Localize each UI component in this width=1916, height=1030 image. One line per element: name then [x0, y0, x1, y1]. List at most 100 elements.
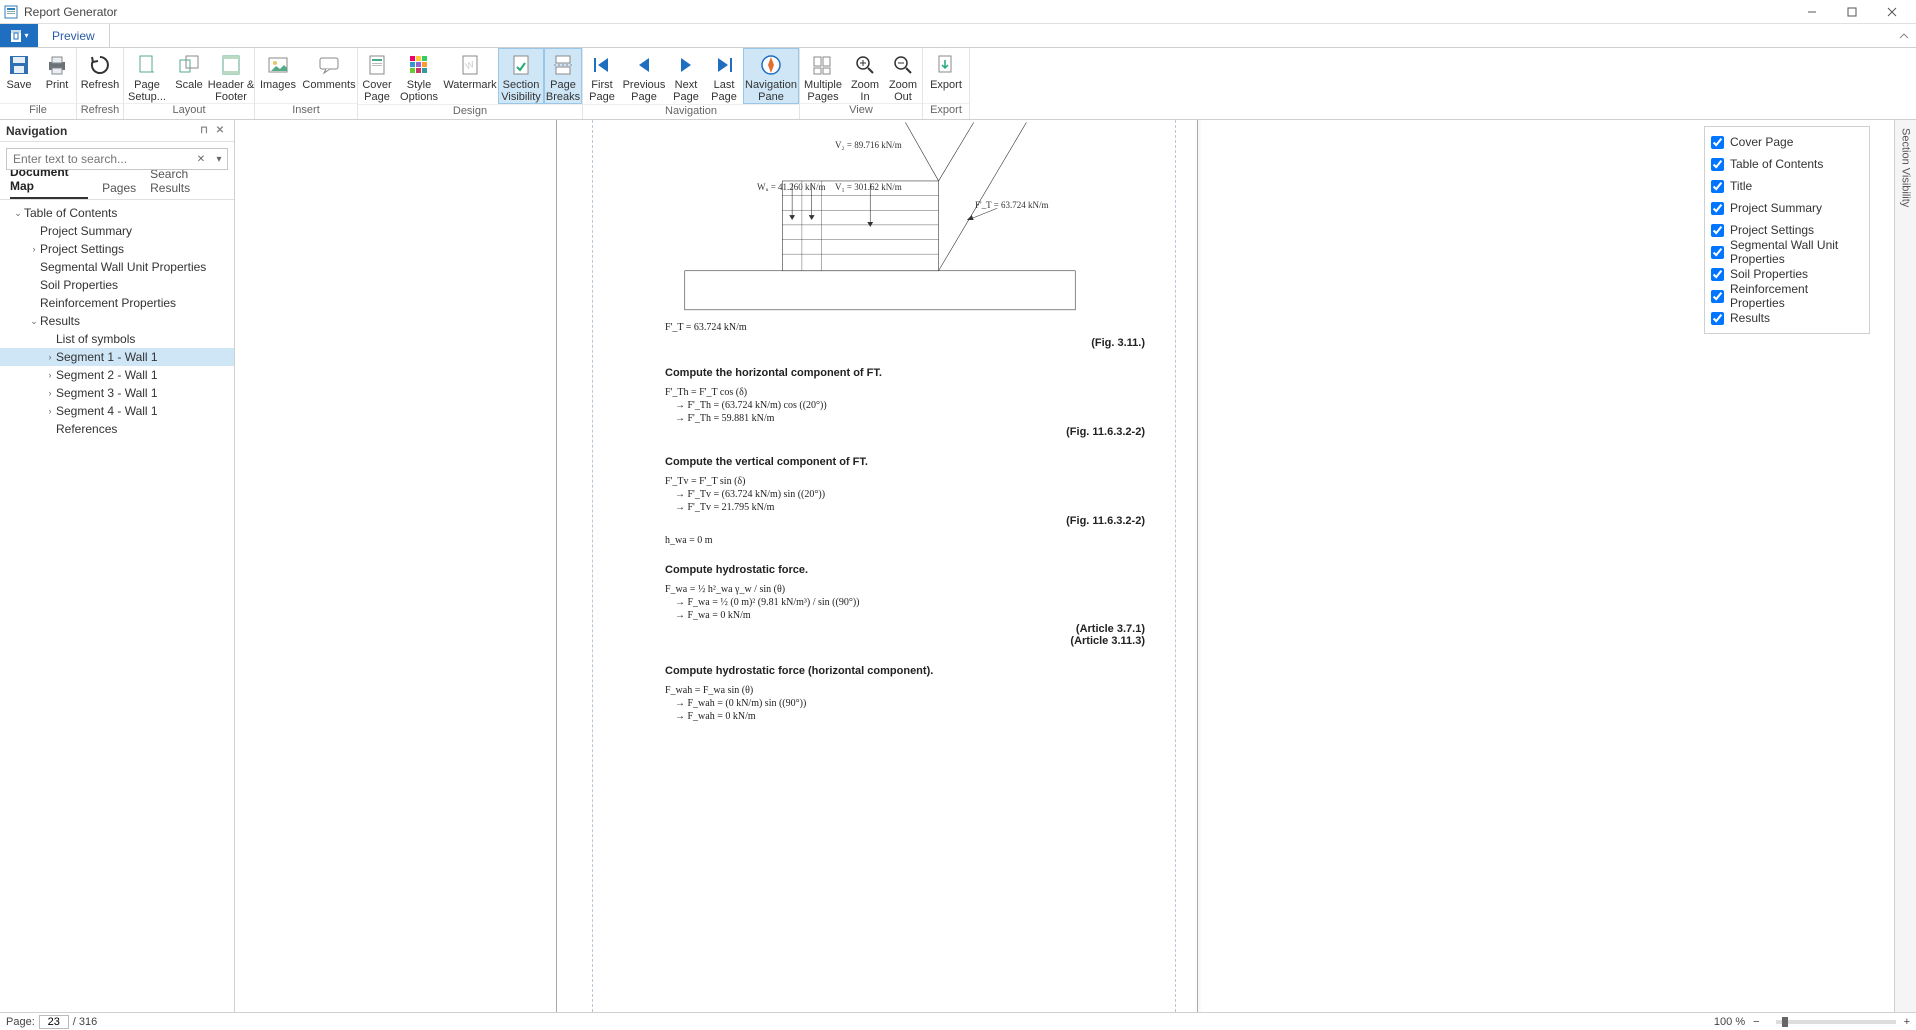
section-visibility-button[interactable]: Section Visibility	[498, 48, 544, 104]
save-icon	[7, 53, 31, 77]
visibility-checkbox[interactable]	[1711, 224, 1724, 237]
tree-item[interactable]: Soil Properties	[0, 276, 234, 294]
save-button[interactable]: Save	[0, 48, 38, 103]
visibility-checkbox[interactable]	[1711, 180, 1724, 193]
tree-item[interactable]: Project Summary	[0, 222, 234, 240]
compass-icon	[759, 53, 783, 77]
chevron-right-icon[interactable]: ›	[28, 244, 40, 254]
multiple-pages-button[interactable]: Multiple Pages	[800, 48, 846, 103]
first-page-button[interactable]: First Page	[583, 48, 621, 103]
print-button[interactable]: Print	[38, 48, 76, 103]
window-title: Report Generator	[24, 5, 117, 19]
comments-button[interactable]: Comments	[301, 48, 357, 103]
close-button[interactable]	[1872, 0, 1912, 24]
zoom-out-button[interactable]: Zoom Out	[884, 48, 922, 103]
images-icon	[266, 53, 290, 77]
refresh-button[interactable]: Refresh	[77, 48, 123, 103]
chevron-down-icon[interactable]: ⌄	[12, 208, 24, 219]
tree-item[interactable]: ›Project Settings	[0, 240, 234, 258]
scale-button[interactable]: Scale	[170, 48, 208, 103]
zoom-out-minus[interactable]: −	[1753, 1016, 1759, 1028]
visibility-row[interactable]: Segmental Wall Unit Properties	[1711, 241, 1863, 263]
visibility-checkbox[interactable]	[1711, 202, 1724, 215]
visibility-row[interactable]: Cover Page	[1711, 131, 1863, 153]
tree-item[interactable]: ›Segment 3 - Wall 1	[0, 384, 234, 402]
tree-item[interactable]: ⌄Table of Contents	[0, 204, 234, 222]
eq-fwa-2: → F_wa = ½ (0 m)² (9.81 kN/m³) / sin ((9…	[665, 597, 1145, 608]
tree-item-label: Soil Properties	[40, 278, 118, 292]
chevron-right-icon[interactable]: ›	[44, 388, 56, 398]
eq-ftv-3: → F'_Tv = 21.795 kN/m	[665, 502, 1145, 513]
document-viewer[interactable]: V₂ = 89.716 kN/m Wᵤ = 41.260 kN/m V₁ = 3…	[235, 120, 1894, 1012]
navigation-pane-button[interactable]: Navigation Pane	[743, 48, 799, 104]
export-button[interactable]: Export	[923, 48, 969, 103]
previous-page-button[interactable]: Previous Page	[621, 48, 667, 103]
visibility-row[interactable]: Project Summary	[1711, 197, 1863, 219]
visibility-checkbox[interactable]	[1711, 136, 1724, 149]
group-design-label: Design	[358, 104, 582, 119]
tab-search-results[interactable]: Search Results	[150, 167, 224, 199]
tree-item[interactable]: ›Segment 1 - Wall 1	[0, 348, 234, 366]
visibility-row[interactable]: Title	[1711, 175, 1863, 197]
diagram-label-wu: Wᵤ = 41.260 kN/m	[757, 182, 826, 192]
visibility-checkbox[interactable]	[1711, 158, 1724, 171]
tree-item[interactable]: Reinforcement Properties	[0, 294, 234, 312]
tree-item[interactable]: ›Segment 4 - Wall 1	[0, 402, 234, 420]
status-bar: Page: / 316 100 % − +	[0, 1012, 1916, 1030]
refresh-icon	[88, 53, 112, 77]
pin-icon[interactable]: ⊓	[196, 125, 212, 136]
preview-tab[interactable]: Preview	[38, 24, 110, 47]
tree-item[interactable]: List of symbols	[0, 330, 234, 348]
close-panel-icon[interactable]: ✕	[212, 125, 228, 136]
tree-item[interactable]: ⌄Results	[0, 312, 234, 330]
visibility-checkbox[interactable]	[1711, 290, 1724, 303]
chevron-right-icon[interactable]: ›	[44, 406, 56, 416]
page-total: / 316	[73, 1016, 97, 1028]
cover-page-button[interactable]: Cover Page	[358, 48, 396, 103]
chevron-right-icon[interactable]: ›	[44, 370, 56, 380]
zoom-slider[interactable]	[1776, 1020, 1896, 1024]
last-page-button[interactable]: Last Page	[705, 48, 743, 103]
visibility-checkbox[interactable]	[1711, 246, 1724, 259]
next-page-button[interactable]: Next Page	[667, 48, 705, 103]
diagram-label-v1: V₁ = 301.62 kN/m	[835, 182, 902, 192]
images-button[interactable]: Images	[255, 48, 301, 103]
header-footer-button[interactable]: Header & Footer	[208, 48, 254, 103]
visibility-row[interactable]: Reinforcement Properties	[1711, 285, 1863, 307]
visibility-row[interactable]: Results	[1711, 307, 1863, 329]
section-visibility-rail[interactable]: Section Visibility	[1894, 120, 1916, 1012]
page-breaks-button[interactable]: Page Breaks	[544, 48, 582, 104]
eq-ftv-1: F'_Tv = F'_T sin (δ)	[665, 476, 1145, 487]
navigation-panel: Navigation ⊓ ✕ ✕ ▾ Document Map Pages Se…	[0, 120, 235, 1012]
page-number-input[interactable]	[39, 1015, 69, 1029]
eq-fwah-3: → F_wah = 0 kN/m	[665, 711, 1145, 722]
watermark-button[interactable]: W Watermark	[442, 48, 498, 103]
zoom-in-plus[interactable]: +	[1904, 1016, 1910, 1028]
clear-search-icon[interactable]: ✕	[192, 148, 210, 170]
search-dropdown-icon[interactable]: ▾	[210, 148, 228, 170]
tree-item-label: Project Settings	[40, 242, 124, 256]
zoom-in-button[interactable]: Zoom In	[846, 48, 884, 103]
visibility-checkbox[interactable]	[1711, 268, 1724, 281]
chevron-down-icon[interactable]: ⌄	[28, 316, 40, 327]
style-options-button[interactable]: Style Options	[396, 48, 442, 103]
minimize-button[interactable]	[1792, 0, 1832, 24]
first-page-icon	[590, 53, 614, 77]
page-setup-button[interactable]: Page Setup...	[124, 48, 170, 103]
maximize-button[interactable]	[1832, 0, 1872, 24]
style-options-icon	[407, 53, 431, 77]
chevron-right-icon[interactable]: ›	[44, 352, 56, 362]
file-tab[interactable]: ▾	[0, 24, 38, 47]
visibility-checkbox[interactable]	[1711, 312, 1724, 325]
tab-document-map[interactable]: Document Map	[10, 165, 88, 199]
group-view-label: View	[800, 103, 922, 119]
section-visibility-icon	[509, 53, 533, 77]
tree-item[interactable]: References	[0, 420, 234, 438]
app-icon	[4, 5, 18, 19]
document-tree[interactable]: ⌄Table of ContentsProject Summary›Projec…	[0, 200, 234, 1012]
collapse-ribbon-icon[interactable]	[1892, 24, 1916, 47]
tree-item[interactable]: Segmental Wall Unit Properties	[0, 258, 234, 276]
visibility-row[interactable]: Table of Contents	[1711, 153, 1863, 175]
tree-item[interactable]: ›Segment 2 - Wall 1	[0, 366, 234, 384]
tab-pages[interactable]: Pages	[102, 181, 136, 199]
